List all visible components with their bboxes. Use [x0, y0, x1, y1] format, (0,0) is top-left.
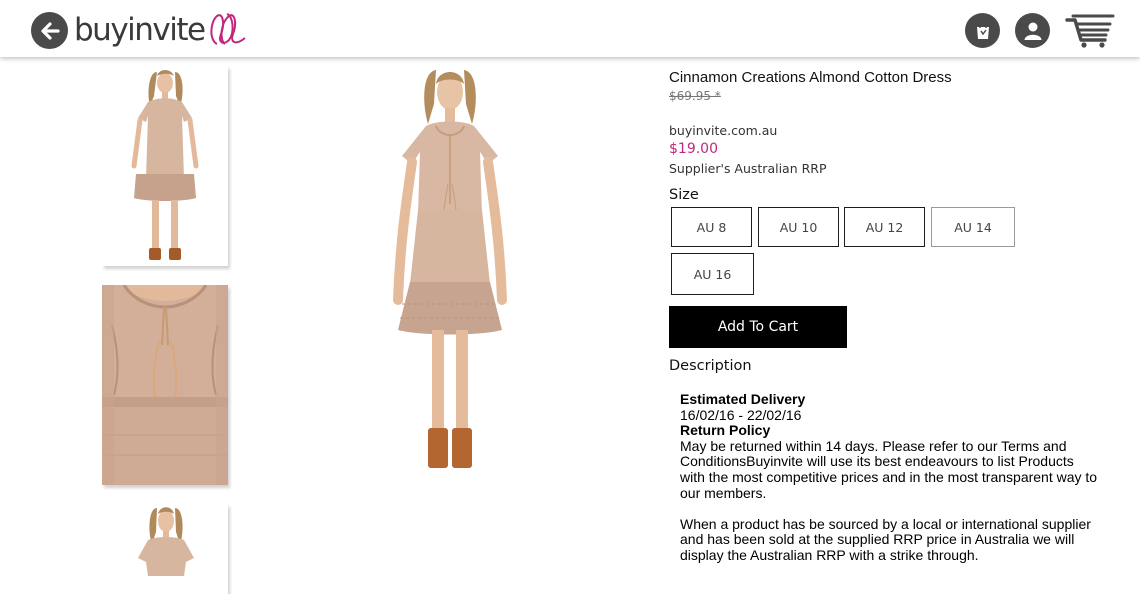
- cart-icon[interactable]: [1065, 14, 1115, 48]
- dress-closeup-photo: [102, 504, 228, 594]
- description-label: Description: [669, 358, 752, 374]
- delivery-heading: Estimated Delivery: [680, 391, 806, 407]
- return-policy-text: May be returned within 14 days. Please r…: [680, 437, 1098, 501]
- seller-site: buyinvite.com.au: [669, 123, 778, 138]
- bag-button[interactable]: [965, 13, 1000, 48]
- thumbnail-detail[interactable]: [102, 285, 228, 485]
- add-to-cart-button[interactable]: Add To Cart: [669, 306, 847, 348]
- back-arrow-icon: [40, 21, 60, 40]
- size-option-au-16[interactable]: AU 16: [671, 253, 754, 295]
- logo-text: buyinvite: [74, 12, 206, 48]
- site-logo[interactable]: buyinvite: [74, 8, 247, 52]
- rrp-explanation-text: When a product has be sourced by a local…: [680, 515, 1091, 563]
- size-option-au-8[interactable]: AU 8: [671, 207, 752, 247]
- return-policy-heading: Return Policy: [680, 422, 771, 439]
- thumbnail-front[interactable]: [102, 66, 228, 266]
- thumbnail-closeup[interactable]: [102, 504, 228, 594]
- size-option-au-14[interactable]: AU 14: [931, 207, 1015, 247]
- account-button[interactable]: [1015, 13, 1050, 48]
- back-button[interactable]: [31, 12, 68, 49]
- current-price: $19.00: [669, 141, 718, 157]
- dress-detail-photo: [102, 285, 228, 485]
- main-product-image[interactable]: [370, 64, 530, 476]
- account-icon: [1024, 22, 1041, 40]
- rrp-note: Supplier's Australian RRP: [669, 161, 827, 176]
- size-label: Size: [669, 187, 699, 203]
- shopping-bag-icon: [976, 21, 989, 39]
- description-body: Estimated Delivery 16/02/16 - 22/02/16 R…: [680, 391, 1100, 564]
- old-price: $69.95 *: [669, 89, 721, 103]
- logo-swirl-icon: [210, 13, 246, 45]
- size-option-au-12[interactable]: AU 12: [844, 207, 925, 247]
- site-header: buyinvite: [0, 0, 1140, 57]
- size-option-au-10[interactable]: AU 10: [758, 207, 839, 247]
- product-title: Cinnamon Creations Almond Cotton Dress: [669, 69, 952, 86]
- dress-front-photo: [102, 66, 228, 266]
- delivery-dates: 16/02/16 - 22/02/16: [680, 406, 802, 423]
